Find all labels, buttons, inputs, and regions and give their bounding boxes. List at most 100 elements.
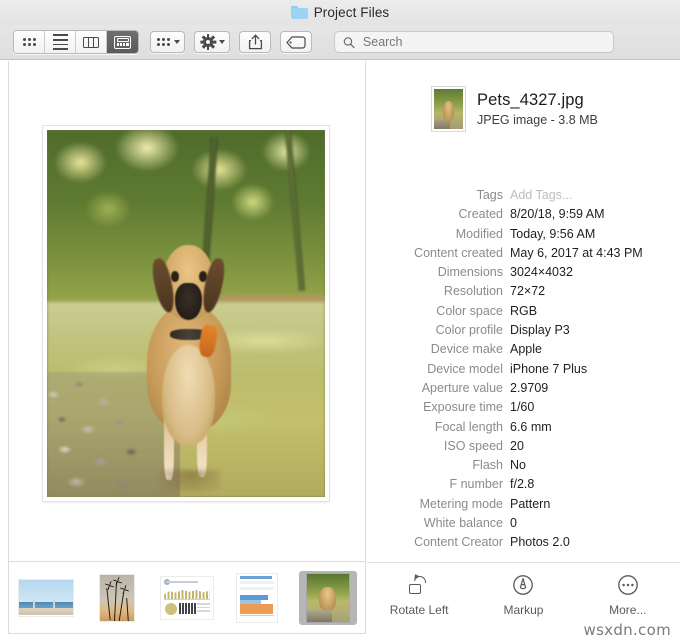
metadata-row: Dimensions 3024×4032 — [367, 265, 680, 284]
metadata-value: 20 — [510, 438, 524, 453]
thumbnail-strip[interactable] — [8, 562, 366, 634]
metadata-label: Focal length — [434, 419, 503, 434]
metadata-row: Flash No — [367, 458, 680, 477]
thumbnail-spreadsheet[interactable] — [228, 571, 286, 625]
metadata-label: Content Creator — [414, 535, 503, 550]
metadata-label: F number — [449, 477, 504, 492]
search-input[interactable] — [360, 34, 605, 50]
rotate-left-icon — [408, 572, 430, 596]
window-title: Project Files — [313, 5, 390, 20]
more-label: More... — [609, 603, 647, 617]
more-button[interactable]: More... — [584, 574, 672, 617]
metadata-value: 2.9709 — [510, 380, 549, 395]
metadata-row: Modified Today, 9:56 AM — [367, 227, 680, 246]
metadata-value: iPhone 7 Plus — [510, 361, 588, 376]
metadata-label: Created — [458, 207, 503, 222]
metadata-value: No — [510, 458, 526, 473]
metadata-label: ISO speed — [443, 438, 503, 453]
rotate-left-button[interactable]: Rotate Left — [375, 572, 463, 617]
list-lines-icon — [52, 34, 68, 50]
metadata-label: Dimensions — [437, 265, 503, 280]
markup-icon — [512, 574, 534, 596]
metadata-label: Color profile — [435, 323, 503, 338]
metadata-row: ISO speed 20 — [367, 439, 680, 458]
metadata-value: Display P3 — [510, 323, 570, 338]
metadata-row: Aperture value 2.9709 — [367, 381, 680, 400]
metadata-row: Content created May 6, 2017 at 4:43 PM — [367, 246, 680, 265]
finder-window: Project Files Search Pets_4327.jpg JPEG … — [0, 0, 680, 642]
thumbnail-plants[interactable] — [87, 571, 145, 625]
metadata-row: F number f/2.8 — [367, 477, 680, 496]
chevron-down-icon — [174, 40, 180, 44]
metadata-value[interactable]: Add Tags... — [510, 188, 572, 202]
watermark: wsxdn.com — [583, 621, 671, 639]
metadata-list: Tags Add Tags... Created 8/20/18, 9:59 AM Mo… — [367, 188, 680, 555]
metadata-row: Content Creator Photos 2.0 — [367, 535, 680, 554]
metadata-row: Created 8/20/18, 9:59 AM — [367, 207, 680, 226]
metadata-label: Exposure time — [423, 400, 503, 415]
metadata-label: Color space — [436, 303, 503, 318]
metadata-row: Resolution 72×72 — [367, 284, 680, 303]
columns-icon — [83, 36, 99, 48]
file-name: Pets_4327.jpg — [477, 91, 584, 109]
metadata-label: Flash — [472, 458, 503, 473]
group-by-button[interactable] — [150, 31, 185, 53]
window-title-group: Project Files — [290, 5, 390, 20]
action-menu-button[interactable] — [194, 31, 230, 53]
thumbnail-document[interactable] — [158, 571, 216, 625]
file-thumbnail — [432, 87, 465, 131]
file-kind: JPEG image - 3.8 MB — [477, 113, 598, 127]
metadata-row: Color profile Display P3 — [367, 323, 680, 342]
share-button[interactable] — [239, 31, 271, 53]
metadata-row: Color space RGB — [367, 304, 680, 323]
metadata-label: Content created — [414, 245, 503, 260]
metadata-value: 1/60 — [510, 400, 535, 415]
rotate-left-label: Rotate Left — [389, 603, 449, 617]
thumbnail-beach[interactable] — [17, 571, 75, 625]
preview-pane — [8, 61, 366, 562]
markup-button[interactable]: Markup — [479, 574, 567, 617]
metadata-value: Today, 9:56 AM — [510, 226, 596, 241]
tag-icon — [286, 35, 306, 49]
view-mode-gallery-button[interactable] — [107, 31, 138, 53]
title-bar: Project Files — [0, 0, 680, 25]
file-header: Pets_4327.jpg JPEG image - 3.8 MB — [432, 87, 598, 131]
preview-image-frame[interactable] — [43, 126, 329, 501]
thumbnail-dog[interactable] — [298, 570, 358, 625]
grid-dots-icon — [22, 38, 36, 46]
metadata-value: Photos 2.0 — [510, 535, 570, 550]
search-field[interactable] — [334, 31, 614, 53]
share-icon — [248, 34, 262, 50]
toolbar — [0, 25, 680, 60]
metadata-value: May 6, 2017 at 4:43 PM — [510, 245, 643, 260]
metadata-row: Exposure time 1/60 — [367, 400, 680, 419]
metadata-label: Device model — [427, 361, 503, 376]
metadata-value: 6.6 mm — [510, 419, 552, 434]
view-mode-icon-button[interactable] — [14, 31, 45, 53]
view-mode-list-button[interactable] — [45, 31, 76, 53]
metadata-value: f/2.8 — [510, 477, 535, 492]
metadata-row: Device model iPhone 7 Plus — [367, 362, 680, 381]
metadata-label: Metering mode — [419, 496, 503, 511]
view-mode-column-button[interactable] — [76, 31, 107, 53]
metadata-label: Modified — [455, 226, 503, 241]
metadata-label: Aperture value — [421, 380, 503, 395]
folder-icon — [290, 6, 308, 19]
metadata-value: 8/20/18, 9:59 AM — [510, 207, 605, 222]
metadata-value: 3024×4032 — [510, 265, 573, 280]
info-pane: Pets_4327.jpg JPEG image - 3.8 MB Tags Ad… — [367, 61, 680, 562]
gear-icon — [199, 34, 216, 50]
tag-button[interactable] — [280, 31, 312, 53]
grid-dots-icon — [157, 38, 170, 46]
metadata-value: 72×72 — [510, 284, 546, 299]
view-mode-segmented-control[interactable] — [13, 30, 139, 54]
metadata-label: White balance — [423, 516, 503, 531]
metadata-value: 0 — [510, 516, 517, 531]
metadata-value: Pattern — [510, 496, 551, 511]
gallery-icon — [114, 35, 131, 49]
search-icon — [343, 36, 355, 48]
markup-label: Markup — [503, 603, 544, 617]
metadata-row: Device make Apple — [367, 342, 680, 361]
metadata-label: Device make — [430, 342, 503, 357]
metadata-row: Metering mode Pattern — [367, 497, 680, 516]
